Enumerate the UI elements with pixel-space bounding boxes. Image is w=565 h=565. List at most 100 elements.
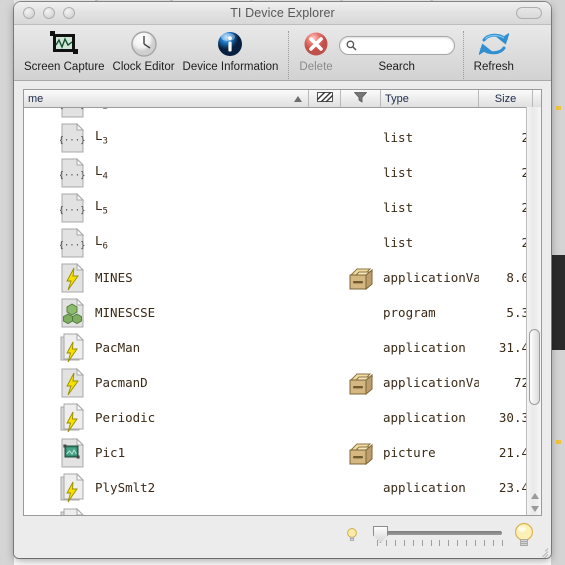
bottom-status-bar bbox=[14, 516, 551, 558]
toolbar-separator bbox=[288, 31, 290, 79]
archive-box-icon bbox=[348, 438, 374, 468]
slider-tick bbox=[421, 540, 423, 546]
scrollbar-thumb[interactable] bbox=[529, 328, 540, 405]
toolbar-toggle-button[interactable] bbox=[516, 7, 542, 19]
svg-text:{···}: {···} bbox=[60, 108, 86, 111]
search-input[interactable] bbox=[359, 38, 456, 53]
table-row[interactable]: PacMan application 31.4 bbox=[24, 330, 541, 365]
resize-grip-icon[interactable] bbox=[535, 543, 549, 558]
row-name-subscript: 2 bbox=[103, 108, 108, 112]
size-slider[interactable] bbox=[367, 525, 505, 549]
row-name-cell: Periodic bbox=[24, 402, 309, 433]
window-controls bbox=[23, 7, 75, 19]
slider-track[interactable] bbox=[377, 531, 502, 535]
vertical-scrollbar[interactable] bbox=[526, 107, 541, 515]
row-name-label: PacmanD bbox=[95, 375, 148, 390]
row-type-cell: application bbox=[383, 410, 466, 425]
toolbar-button-screen-capture[interactable]: Screen Capture bbox=[20, 29, 109, 73]
table-row[interactable]: Pic1 picture 21.4 bbox=[24, 435, 541, 470]
slider-tick bbox=[475, 540, 477, 546]
column-header-type[interactable]: Type bbox=[381, 90, 479, 107]
table-row[interactable]: MINESCSE program 5.3 bbox=[24, 295, 541, 330]
column-header-size[interactable]: Size bbox=[479, 90, 533, 107]
refresh-arrows-icon bbox=[478, 29, 509, 59]
slider-tick bbox=[385, 540, 387, 546]
background-accent-dot bbox=[556, 440, 561, 444]
table-row[interactable]: {···}L2list2 bbox=[24, 108, 541, 120]
slider-tick bbox=[466, 540, 468, 546]
row-name-label: MINES bbox=[95, 270, 133, 285]
desktop-backdrop: TI Device Explorer Screen Capture Clock … bbox=[0, 0, 565, 565]
ti-device-explorer-window: TI Device Explorer Screen Capture Clock … bbox=[14, 2, 551, 558]
search-field[interactable] bbox=[338, 36, 456, 55]
archive-hatched-icon bbox=[316, 91, 333, 105]
column-header-name-label: me bbox=[28, 92, 44, 105]
toolbar-button-delete[interactable]: Delete bbox=[295, 29, 336, 73]
svg-text:{···}: {···} bbox=[60, 241, 86, 251]
zoom-button[interactable] bbox=[63, 7, 75, 19]
row-size-cell: 21.4 bbox=[498, 445, 529, 460]
scroll-down-arrow-icon[interactable] bbox=[527, 502, 541, 515]
toolbar-button-refresh[interactable]: Refresh bbox=[470, 29, 518, 73]
slider-tick bbox=[484, 540, 486, 546]
row-name-subscript: 3 bbox=[102, 136, 108, 147]
row-name-cell: MINESCSE bbox=[24, 297, 309, 328]
column-header-type-label: Type bbox=[385, 92, 409, 105]
row-name-cell: PacMan bbox=[24, 332, 309, 363]
row-size-cell: 5.3 bbox=[506, 305, 529, 320]
column-header-row: me Type Size bbox=[24, 90, 541, 108]
table-row[interactable]: {···} L3 list 2 bbox=[24, 120, 541, 155]
row-type-cell: program bbox=[383, 305, 436, 320]
appvar-bolt-file-icon bbox=[60, 262, 86, 293]
table-row[interactable]: {···} L6 list 2 bbox=[24, 225, 541, 260]
table-row[interactable]: {···} L5 list 2 bbox=[24, 190, 541, 225]
row-name-cell: Pic1 bbox=[24, 437, 309, 468]
row-type-cell: list bbox=[383, 200, 414, 215]
table-row[interactable]: MINES applicationVa 8.0 bbox=[24, 260, 541, 295]
row-name-cell: {···} L2 bbox=[24, 108, 309, 118]
table-row[interactable]: {···} L4 list 2 bbox=[24, 155, 541, 190]
main-toolbar: Screen Capture Clock Editor Device Infor… bbox=[14, 25, 551, 81]
row-name-label: Periodic bbox=[95, 410, 156, 425]
search-area: Search bbox=[337, 29, 457, 73]
row-name-cell: {···} L5 bbox=[24, 192, 309, 223]
list-file-icon: {···} bbox=[60, 227, 86, 258]
row-size-cell: 72 bbox=[513, 375, 529, 390]
filter-funnel-icon bbox=[353, 91, 368, 106]
row-name-cell: {···} L4 bbox=[24, 157, 309, 188]
table-row[interactable] bbox=[24, 505, 541, 515]
column-header-filter[interactable] bbox=[341, 90, 381, 107]
scroll-up-arrow-icon[interactable] bbox=[527, 489, 541, 502]
file-rows: {···}L2list2{···}L3list2{···}L4list2{···… bbox=[24, 108, 541, 515]
row-size-cell: 2 bbox=[479, 235, 533, 250]
row-name-label: L2 bbox=[95, 108, 108, 112]
minimize-button[interactable] bbox=[43, 7, 55, 19]
row-archive-cell bbox=[341, 263, 381, 293]
column-header-archive[interactable] bbox=[309, 90, 341, 107]
row-size-cell: 8.0 bbox=[506, 270, 529, 285]
slider-tick bbox=[439, 540, 441, 546]
small-lightbulb-icon bbox=[345, 525, 359, 550]
slider-tick bbox=[377, 540, 378, 546]
archive-box-icon bbox=[348, 368, 374, 398]
table-row[interactable]: PlySmlt2 application 23.4 bbox=[24, 470, 541, 505]
close-button[interactable] bbox=[23, 7, 35, 19]
row-name-label: L3 bbox=[95, 128, 108, 147]
row-type-cell: picture bbox=[383, 445, 436, 460]
window-title: TI Device Explorer bbox=[230, 6, 335, 20]
svg-text:{···}: {···} bbox=[60, 206, 86, 216]
toolbar-button-device-information[interactable]: Device Information bbox=[179, 29, 283, 73]
table-row[interactable]: Periodic application 30.3 bbox=[24, 400, 541, 435]
window-titlebar[interactable]: TI Device Explorer bbox=[14, 2, 551, 25]
background-accent-dot bbox=[556, 106, 561, 110]
table-row[interactable]: PacmanD applicationVa 72 bbox=[24, 365, 541, 400]
row-name-label: L4 bbox=[95, 163, 108, 182]
row-name-cell bbox=[24, 507, 309, 515]
toolbar-label-screen-capture: Screen Capture bbox=[24, 61, 105, 73]
row-name-cell: PacmanD bbox=[24, 367, 309, 398]
row-type-cell: application bbox=[383, 480, 466, 495]
column-header-name[interactable]: me bbox=[24, 90, 309, 107]
toolbar-button-clock-editor[interactable]: Clock Editor bbox=[109, 29, 179, 73]
row-type-cell: application bbox=[383, 340, 466, 355]
program-cubes-icon bbox=[60, 297, 86, 328]
